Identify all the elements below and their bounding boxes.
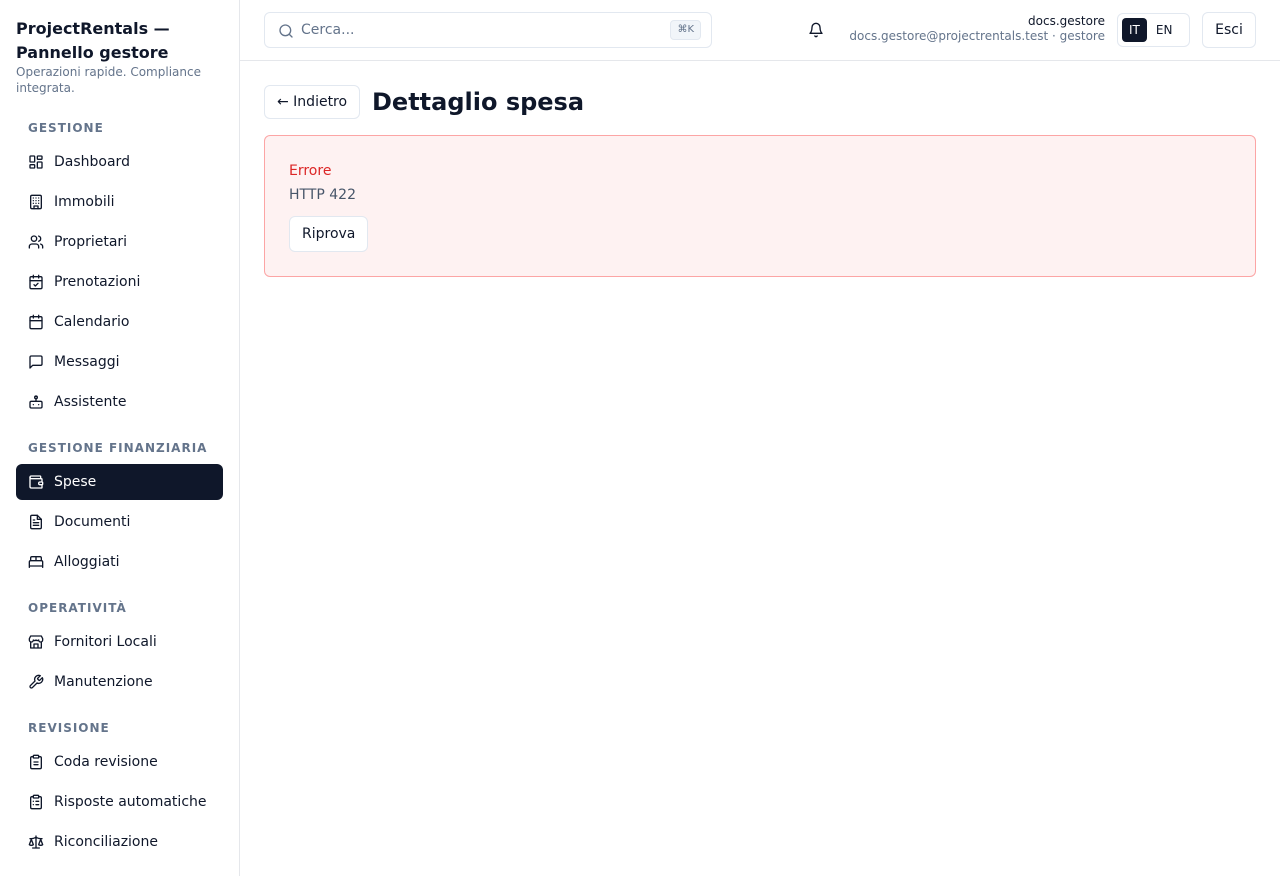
sidebar-item-manutenzione[interactable]: Manutenzione <box>16 664 223 700</box>
clipboard-icon <box>28 754 44 770</box>
back-button[interactable]: ← Indietro <box>264 85 361 119</box>
sidebar-item-documenti[interactable]: Documenti <box>16 504 223 540</box>
retry-button[interactable]: Riprova <box>289 216 369 252</box>
sidebar-item-label: Alloggiati <box>54 554 120 570</box>
document-icon <box>28 514 44 530</box>
store-icon <box>28 634 44 650</box>
sidebar-item-label: Dashboard <box>54 154 130 170</box>
sidebar-item-alloggiati[interactable]: Alloggiati <box>16 544 223 580</box>
sidebar-item-label: Coda revisione <box>54 754 158 770</box>
section-label-gestione-finanziaria: GESTIONE FINANZIARIA <box>28 441 208 455</box>
error-message: HTTP 422 <box>289 187 356 203</box>
sidebar-item-label: Manutenzione <box>54 674 153 690</box>
sidebar-item-label: Messaggi <box>54 354 120 370</box>
sidebar-item-label: Proprietari <box>54 234 128 250</box>
sidebar-item-prenotazioni[interactable]: Prenotazioni <box>16 264 223 300</box>
sidebar-item-messaggi[interactable]: Messaggi <box>16 344 223 380</box>
brand-subtitle: Operazioni rapide. Compliance integrata. <box>16 65 201 95</box>
brand-title: ProjectRentals — Pannello gestore <box>16 19 170 62</box>
sidebar-item-label: Spese <box>54 474 97 490</box>
clipboard-list-icon <box>28 794 44 810</box>
message-icon <box>28 354 44 370</box>
calendar-check-icon <box>28 274 44 290</box>
sidebar-item-label: Calendario <box>54 314 130 330</box>
sidebar-item-label: Assistente <box>54 394 127 410</box>
sidebar-item-calendario[interactable]: Calendario <box>16 304 223 340</box>
section-label-gestione: GESTIONE <box>28 121 104 135</box>
page-title: Dettaglio spesa <box>372 88 585 116</box>
bed-icon <box>28 554 44 570</box>
search-box[interactable]: ⌘K <box>264 12 712 48</box>
topbar: ⌘K docs.gestore docs.gestore@projectrent… <box>240 0 1280 61</box>
bell-icon[interactable] <box>808 22 824 38</box>
sidebar-item-riconciliazione[interactable]: Riconciliazione <box>16 824 223 860</box>
user-name: docs.gestore <box>1028 14 1105 28</box>
lang-en-button[interactable]: EN <box>1149 18 1180 42</box>
section-label-operativita: OPERATIVITÀ <box>28 601 127 615</box>
user-email-role: docs.gestore@projectrentals.test · gesto… <box>849 29 1105 43</box>
lang-it-button[interactable]: IT <box>1122 18 1147 42</box>
sidebar-item-label: Fornitori Locali <box>54 634 157 650</box>
sidebar-item-label: Prenotazioni <box>54 274 141 290</box>
sidebar-item-label: Risposte automatiche <box>54 794 207 810</box>
sidebar-item-risposte-automatiche[interactable]: Risposte automatiche <box>16 784 223 820</box>
language-switcher: IT EN <box>1117 13 1190 47</box>
dashboard-icon <box>28 154 44 170</box>
section-label-revisione: REVISIONE <box>28 721 110 735</box>
sidebar-item-label: Immobili <box>54 194 115 210</box>
sidebar-item-dashboard[interactable]: Dashboard <box>16 144 223 180</box>
sidebar-item-label: Documenti <box>54 514 131 530</box>
wrench-icon <box>28 674 44 690</box>
search-icon <box>278 23 294 39</box>
scale-icon <box>28 834 44 850</box>
calendar-icon <box>28 314 44 330</box>
building-icon <box>28 194 44 210</box>
sidebar-item-label: Riconciliazione <box>54 834 158 850</box>
logout-button[interactable]: Esci <box>1202 12 1256 48</box>
sidebar-item-proprietari[interactable]: Proprietari <box>16 224 223 260</box>
search-shortcut-badge: ⌘K <box>670 20 701 40</box>
error-card: Errore HTTP 422 Riprova <box>264 135 1256 277</box>
sidebar-item-spese[interactable]: Spese <box>16 464 223 500</box>
search-input[interactable] <box>301 20 631 40</box>
sidebar: ProjectRentals — Pannello gestore Operaz… <box>0 0 240 876</box>
error-title: Errore <box>289 163 332 179</box>
bot-icon <box>28 394 44 410</box>
sidebar-item-coda-revisione[interactable]: Coda revisione <box>16 744 223 780</box>
sidebar-item-fornitori-locali[interactable]: Fornitori Locali <box>16 624 223 660</box>
sidebar-item-assistente[interactable]: Assistente <box>16 384 223 420</box>
users-icon <box>28 234 44 250</box>
wallet-icon <box>28 474 44 490</box>
sidebar-item-immobili[interactable]: Immobili <box>16 184 223 220</box>
